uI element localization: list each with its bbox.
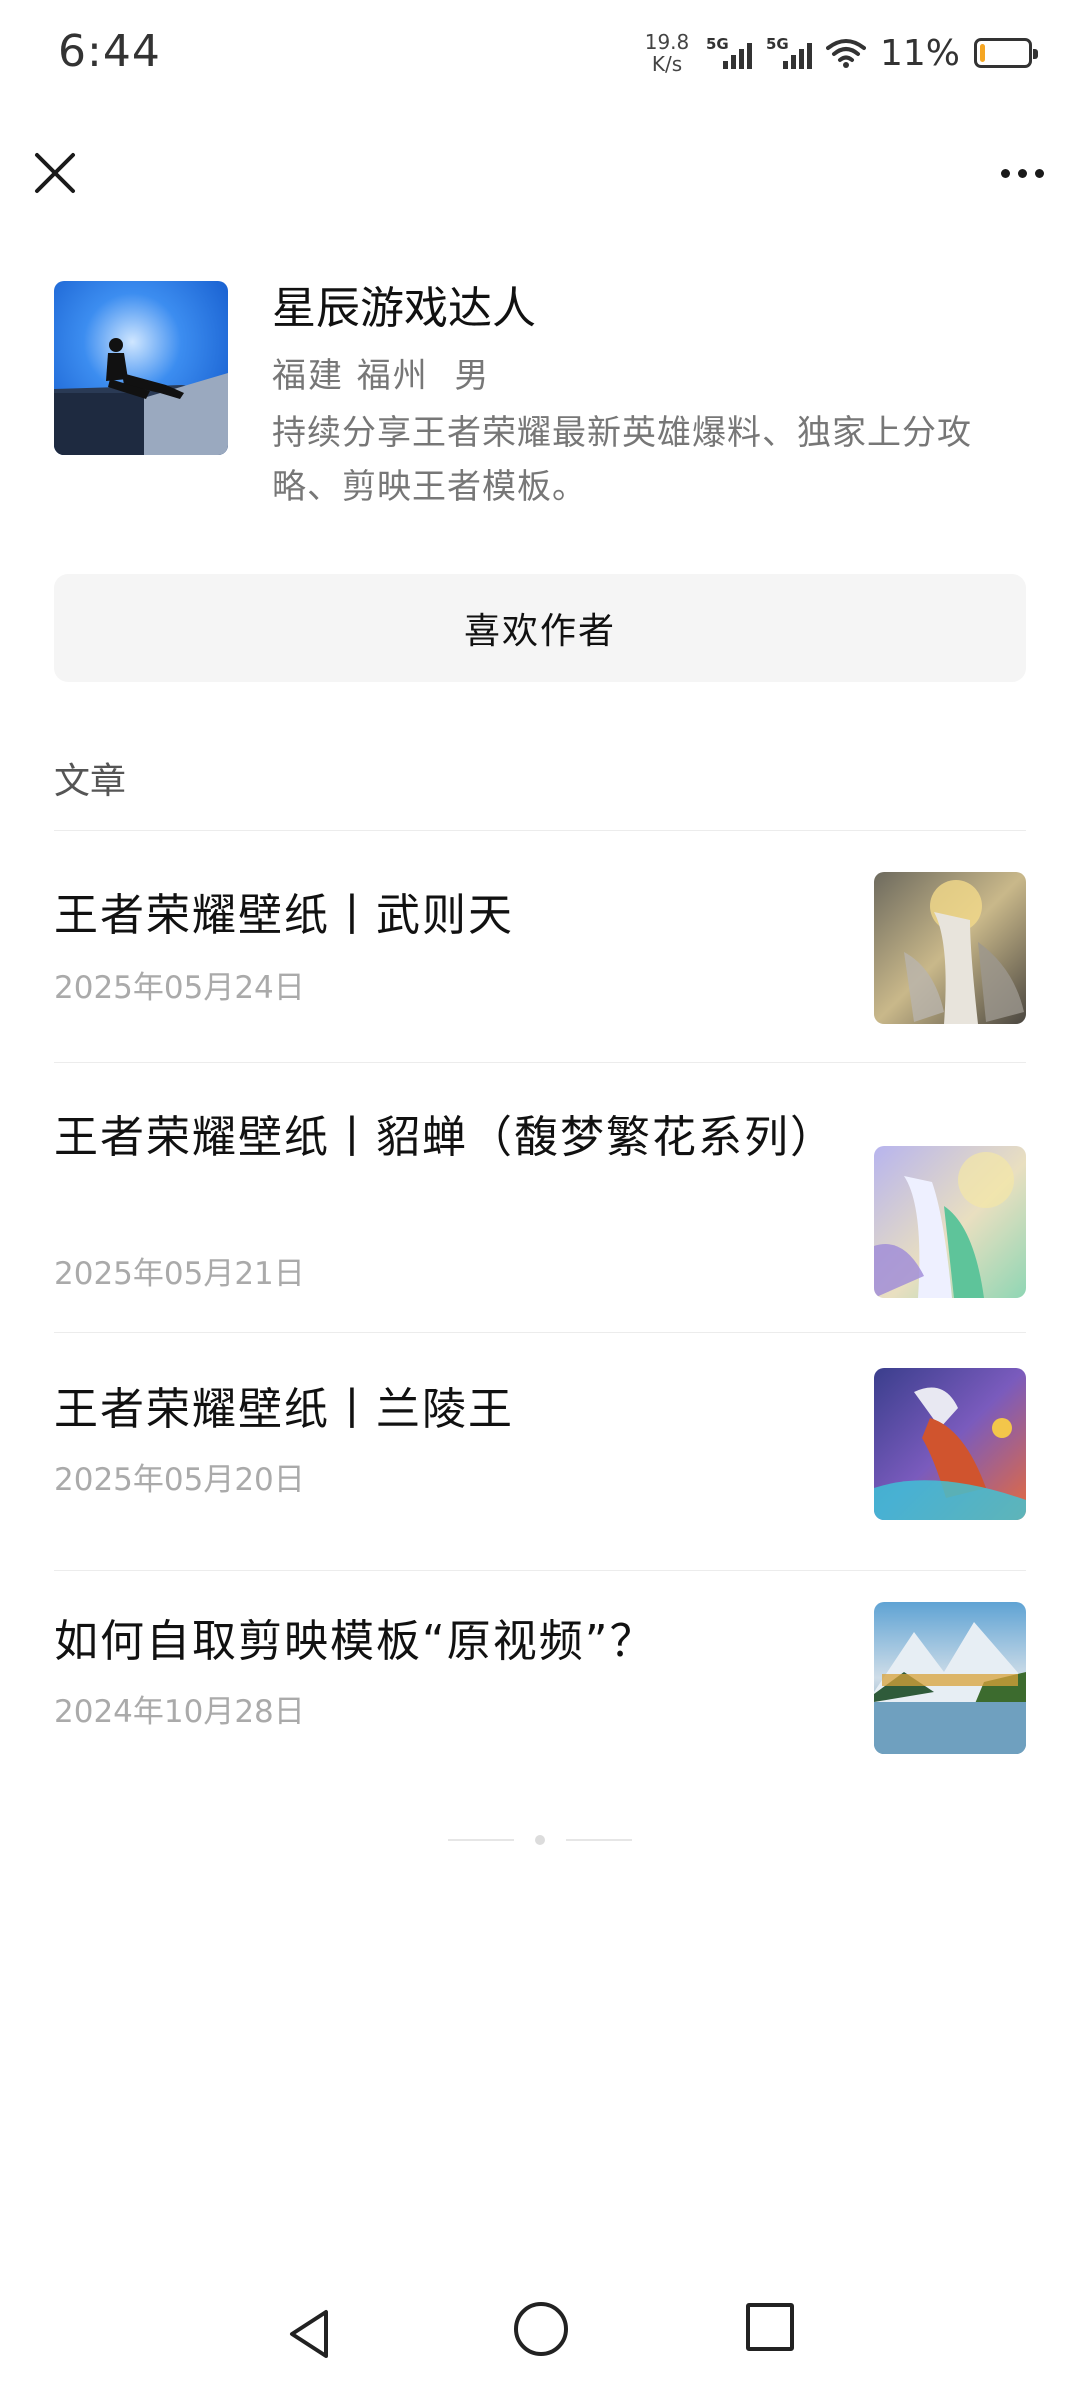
back-button[interactable] [280,2304,340,2364]
article-date: 2024年10月28日 [54,1694,305,1730]
system-nav-bar [0,2280,1080,2380]
signal-sim1-icon: 5G [706,33,752,73]
back-triangle-icon [290,2310,328,2358]
author-avatar[interactable] [54,281,228,455]
article-thumbnail [874,872,1026,1024]
status-time: 6:44 [58,26,161,77]
like-author-button[interactable]: 喜欢作者 [54,574,1026,682]
wifi-icon [825,39,866,68]
section-label-articles: 文章 [54,761,127,802]
close-button[interactable] [28,146,82,200]
article-item[interactable]: 王者荣耀壁纸丨武则天 2025年05月24日 [54,830,1026,1062]
network-speed-value: 19.8 [644,30,690,54]
article-title: 如何自取剪映模板“原视频”？ [54,1616,656,1667]
signal-sim2-icon: 5G [766,33,812,73]
article-item[interactable]: 王者荣耀壁纸丨貂蝉（馥梦繁花系列） 2025年05月21日 [54,1062,1026,1332]
article-item[interactable]: 如何自取剪映模板“原视频”？ 2024年10月28日 [54,1570,1026,1770]
list-end-indicator [0,1830,1080,1850]
pager-line-left [448,1839,514,1841]
article-item[interactable]: 王者荣耀壁纸丨兰陵王 2025年05月20日 [54,1332,1026,1570]
battery-icon [974,38,1038,68]
status-bar: 6:44 19.8 K/s 5G 5G 11% [0,0,1080,110]
article-title: 王者荣耀壁纸丨貂蝉（馥梦繁花系列） [54,1112,836,1163]
article-thumbnail [874,1368,1026,1520]
article-date: 2025年05月24日 [54,970,305,1006]
recent-apps-button[interactable] [746,2303,794,2351]
home-button[interactable] [514,2302,568,2356]
close-icon [35,153,75,193]
article-date: 2025年05月20日 [54,1462,305,1498]
article-date: 2025年05月21日 [54,1256,305,1292]
more-dot [1000,168,1010,178]
avatar-image [54,281,228,455]
pager-dot [535,1835,545,1845]
more-button[interactable] [992,148,1052,198]
more-dot [1017,168,1027,178]
author-name: 星辰游戏达人 [272,283,536,334]
article-title: 王者荣耀壁纸丨兰陵王 [54,1384,514,1435]
pager-line-right [566,1839,632,1841]
network-speed-unit: K/s [651,52,683,76]
article-thumbnail [874,1146,1026,1298]
article-thumbnail [874,1602,1026,1754]
status-indicators: 19.8 K/s 5G 5G 11% [642,28,1038,78]
author-bio: 持续分享王者荣耀最新英雄爆料、独家上分攻略、剪映王者模板。 [272,413,972,507]
more-dot [1034,168,1044,178]
battery-percent: 11% [879,32,960,74]
article-title: 王者荣耀壁纸丨武则天 [54,890,514,941]
author-location: 福建 福州 男 [272,356,491,396]
battery-fill [980,44,985,62]
top-nav [0,130,1080,216]
network-speed: 19.8 K/s [642,31,692,75]
